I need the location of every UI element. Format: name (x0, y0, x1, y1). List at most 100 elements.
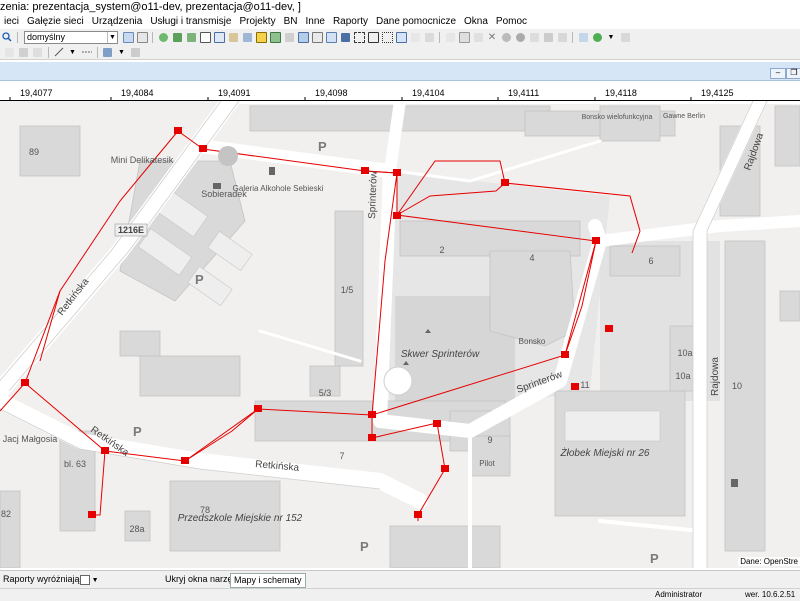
network-node[interactable] (254, 405, 262, 412)
menu-item-help[interactable]: Pomoc (492, 16, 531, 27)
pond-icon (383, 366, 413, 396)
expand-icon[interactable] (381, 31, 393, 43)
select-rect-icon[interactable] (353, 31, 365, 43)
style-combo[interactable]: domyślny ▼ (24, 30, 118, 44)
save-icon[interactable] (340, 32, 351, 43)
draw-line-icon[interactable] (445, 32, 456, 43)
chevron-down-icon[interactable]: ▼ (67, 47, 78, 58)
restore-icon[interactable]: ❐ (786, 68, 800, 79)
building (609, 245, 681, 277)
grid-icon[interactable] (213, 31, 225, 43)
chevron-down-icon[interactable]: ▼ (606, 32, 617, 43)
layers-icon[interactable] (242, 32, 253, 43)
clipboard-icon[interactable] (228, 32, 239, 43)
network-node[interactable] (571, 383, 579, 390)
network-node[interactable] (393, 169, 401, 176)
link-icon[interactable] (102, 47, 113, 58)
highlight-checkbox[interactable] (80, 575, 90, 585)
cut-icon[interactable] (473, 32, 484, 43)
layer-settings-icon[interactable] (136, 31, 148, 43)
layer-green-icon[interactable] (172, 32, 183, 43)
map-view-icon[interactable] (269, 31, 281, 43)
highlight-icon[interactable] (255, 31, 267, 43)
menu-item-projects[interactable]: Projekty (235, 16, 279, 27)
menu-item-reports[interactable]: Raporty (329, 16, 372, 27)
tree-icon[interactable] (578, 32, 589, 43)
menu-item-branches[interactable]: Gałęzie sieci (23, 16, 88, 27)
monitor-icon[interactable] (297, 31, 309, 43)
pharmacy-icon (731, 479, 738, 487)
network-node[interactable] (368, 411, 376, 418)
map-canvas[interactable]: P P P P P Retkińska Retkińska Retkińska … (0, 101, 800, 568)
menu-item-aux-data[interactable]: Dane pomocnicze (372, 16, 460, 27)
network-node[interactable] (101, 447, 109, 454)
line-style-icon[interactable] (81, 47, 92, 58)
network-node[interactable] (433, 420, 441, 427)
building (0, 490, 21, 568)
map-svg[interactable]: P P P P P Retkińska Retkińska Retkińska … (0, 101, 800, 568)
node-icon[interactable] (424, 32, 435, 43)
measure-icon[interactable] (395, 31, 407, 43)
status-version: wer. 10.6.2.51 (745, 590, 796, 599)
network-node[interactable] (174, 127, 182, 134)
network-node[interactable] (199, 145, 207, 152)
table-icon[interactable] (199, 31, 211, 43)
network-node[interactable] (501, 179, 509, 186)
delete-icon[interactable]: ✕ (487, 32, 498, 43)
copy-icon[interactable] (458, 31, 470, 43)
search-icon[interactable] (2, 32, 13, 43)
green-globe-icon[interactable] (592, 32, 603, 43)
network-node[interactable] (605, 325, 613, 332)
network-node[interactable] (592, 237, 600, 244)
tab-maps-schemes[interactable]: Mapy i schematy (230, 573, 306, 588)
network-node[interactable] (561, 351, 569, 358)
building (489, 250, 576, 347)
minimize-icon[interactable]: – (770, 68, 786, 79)
pin-icon[interactable] (620, 32, 631, 43)
print-icon[interactable] (284, 32, 295, 43)
network-node[interactable] (88, 511, 96, 518)
globe-icon[interactable] (158, 32, 169, 43)
window-icon[interactable] (325, 31, 337, 43)
network-node[interactable] (441, 465, 449, 472)
menu-item-devices[interactable]: Urządzenia (88, 16, 147, 27)
chevron-down-icon[interactable]: ▼ (107, 31, 117, 43)
street-label-rajdowa: Rajdowa (710, 357, 721, 396)
layer-list-icon[interactable] (122, 31, 134, 43)
network-node[interactable] (181, 457, 189, 464)
split-icon[interactable] (529, 32, 540, 43)
network-node[interactable] (21, 379, 29, 386)
undo-icon[interactable] (557, 32, 568, 43)
options-icon[interactable] (130, 47, 141, 58)
cursor-icon[interactable] (18, 47, 29, 58)
hand-icon[interactable] (32, 47, 43, 58)
network-node[interactable] (393, 212, 401, 219)
network-node[interactable] (414, 511, 422, 518)
building (389, 525, 501, 568)
zoom-extent-icon[interactable] (367, 31, 379, 43)
chevron-down-icon[interactable]: ▼ (116, 47, 127, 58)
point-icon[interactable] (501, 32, 512, 43)
map-layer-icon[interactable] (186, 32, 197, 43)
ruler-ticks (9, 97, 692, 100)
shop-icon (213, 183, 221, 189)
building-number: 10a (677, 348, 692, 358)
status-user: Administrator (655, 590, 703, 599)
stop-icon[interactable] (515, 32, 526, 43)
select-icon[interactable] (4, 47, 15, 58)
parking-label: P (318, 139, 327, 154)
menu-item-bn[interactable]: BN (280, 16, 302, 27)
menu-item-windows[interactable]: Okna (460, 16, 492, 27)
menu-item-network[interactable]: ieci (0, 16, 23, 27)
parking-label: P (650, 551, 659, 566)
route-icon[interactable] (410, 32, 421, 43)
line-tool-icon[interactable] (53, 47, 64, 58)
menu-item-services[interactable]: Usługi i transmisje (146, 16, 235, 27)
menu-item-other[interactable]: Inne (301, 16, 328, 27)
building-number: 2 (439, 245, 444, 255)
merge-icon[interactable] (543, 32, 554, 43)
list-view-icon[interactable] (311, 31, 323, 43)
chevron-down-icon: ▼ (91, 577, 99, 584)
network-node[interactable] (368, 434, 376, 441)
footpath (598, 519, 702, 533)
